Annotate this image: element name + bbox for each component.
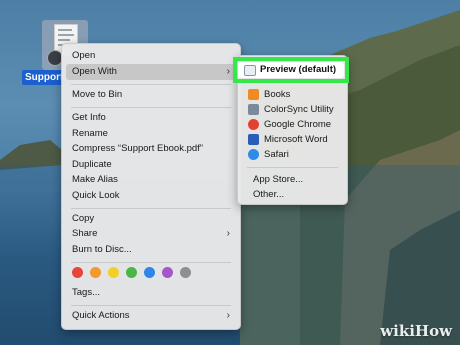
submenu-item-books[interactable]: Books — [243, 87, 342, 102]
submenu-item-label: Safari — [264, 149, 289, 160]
menu-item-label: Quick Actions — [72, 310, 130, 321]
menu-item-label: Compress “Support Ebook.pdf” — [72, 143, 203, 154]
submenu-item-label: ColorSync Utility — [264, 104, 334, 115]
tag-gray-dot[interactable] — [180, 267, 191, 278]
chevron-right-icon: › — [226, 310, 230, 321]
colorsync-icon — [248, 104, 259, 115]
menu-item-label: Tags... — [72, 287, 100, 298]
safari-icon — [248, 149, 259, 160]
menu-item-open-with[interactable]: Open With › — [66, 64, 236, 80]
menu-item-compress[interactable]: Compress “Support Ebook.pdf” — [66, 141, 236, 157]
menu-item-get-info[interactable]: Get Info — [66, 110, 236, 126]
submenu-item-app-store[interactable]: App Store... — [243, 172, 342, 187]
tag-blue-dot[interactable] — [144, 267, 155, 278]
menu-separator — [71, 262, 231, 263]
menu-item-label: Open With — [72, 66, 117, 77]
word-icon — [248, 134, 259, 145]
tag-green-dot[interactable] — [126, 267, 137, 278]
menu-item-copy[interactable]: Copy — [66, 211, 236, 227]
menu-separator — [71, 84, 231, 85]
submenu-item-label: Preview (default) — [260, 64, 337, 75]
menu-item-rename[interactable]: Rename — [66, 126, 236, 142]
submenu-item-label: Microsoft Word — [264, 134, 328, 145]
submenu-item-other[interactable]: Other... — [243, 187, 342, 202]
menu-item-share[interactable]: Share › — [66, 226, 236, 242]
menu-item-label: Move to Bin — [72, 89, 123, 100]
chevron-right-icon: › — [226, 228, 230, 239]
chevron-right-icon: › — [226, 66, 230, 77]
menu-separator — [247, 167, 338, 168]
menu-item-label: Share — [72, 228, 98, 239]
submenu-item-label: Other... — [253, 189, 285, 200]
submenu-item-colorsync-utility[interactable]: ColorSync Utility — [243, 102, 342, 117]
menu-separator — [71, 208, 231, 209]
menu-item-label: Duplicate — [72, 159, 112, 170]
menu-item-quick-actions[interactable]: Quick Actions › — [66, 308, 236, 324]
file-name-label[interactable]: Support — [22, 70, 67, 85]
menu-item-label: Get Info — [72, 112, 106, 123]
tag-purple-dot[interactable] — [162, 267, 173, 278]
submenu-item-preview-default[interactable]: Preview (default) — [238, 62, 344, 78]
chrome-icon — [248, 119, 259, 130]
books-icon — [248, 89, 259, 100]
menu-item-make-alias[interactable]: Make Alias — [66, 172, 236, 188]
watermark: wikiHow — [380, 322, 452, 340]
menu-item-label: Quick Look — [72, 190, 120, 201]
menu-item-move-to-bin[interactable]: Move to Bin — [66, 87, 236, 103]
submenu-item-label: App Store... — [253, 174, 304, 185]
context-menu: Open Open With › Move to Bin Get Info Re… — [61, 43, 241, 330]
menu-item-label: Open — [72, 50, 96, 61]
menu-item-burn-to-disc[interactable]: Burn to Disc... — [66, 242, 236, 258]
menu-separator — [71, 107, 231, 108]
preview-icon — [244, 65, 256, 76]
menu-separator — [71, 305, 231, 306]
menu-item-open[interactable]: Open — [66, 48, 236, 64]
menu-item-quick-look[interactable]: Quick Look — [66, 188, 236, 204]
tag-orange-dot[interactable] — [90, 267, 101, 278]
submenu-item-safari[interactable]: Safari — [243, 147, 342, 162]
tag-red-dot[interactable] — [72, 267, 83, 278]
menu-item-label: Rename — [72, 128, 108, 139]
tag-yellow-dot[interactable] — [108, 267, 119, 278]
submenu-item-microsoft-word[interactable]: Microsoft Word — [243, 132, 342, 147]
submenu-item-label: Books — [264, 89, 291, 100]
menu-item-label: Make Alias — [72, 174, 118, 185]
menu-item-duplicate[interactable]: Duplicate — [66, 157, 236, 173]
menu-item-label: Copy — [72, 213, 95, 224]
menu-item-label: Burn to Disc... — [72, 244, 132, 255]
submenu-item-label: Google Chrome — [264, 119, 332, 130]
menu-item-tags[interactable]: Tags... — [66, 285, 236, 301]
submenu-item-google-chrome[interactable]: Google Chrome — [243, 117, 342, 132]
